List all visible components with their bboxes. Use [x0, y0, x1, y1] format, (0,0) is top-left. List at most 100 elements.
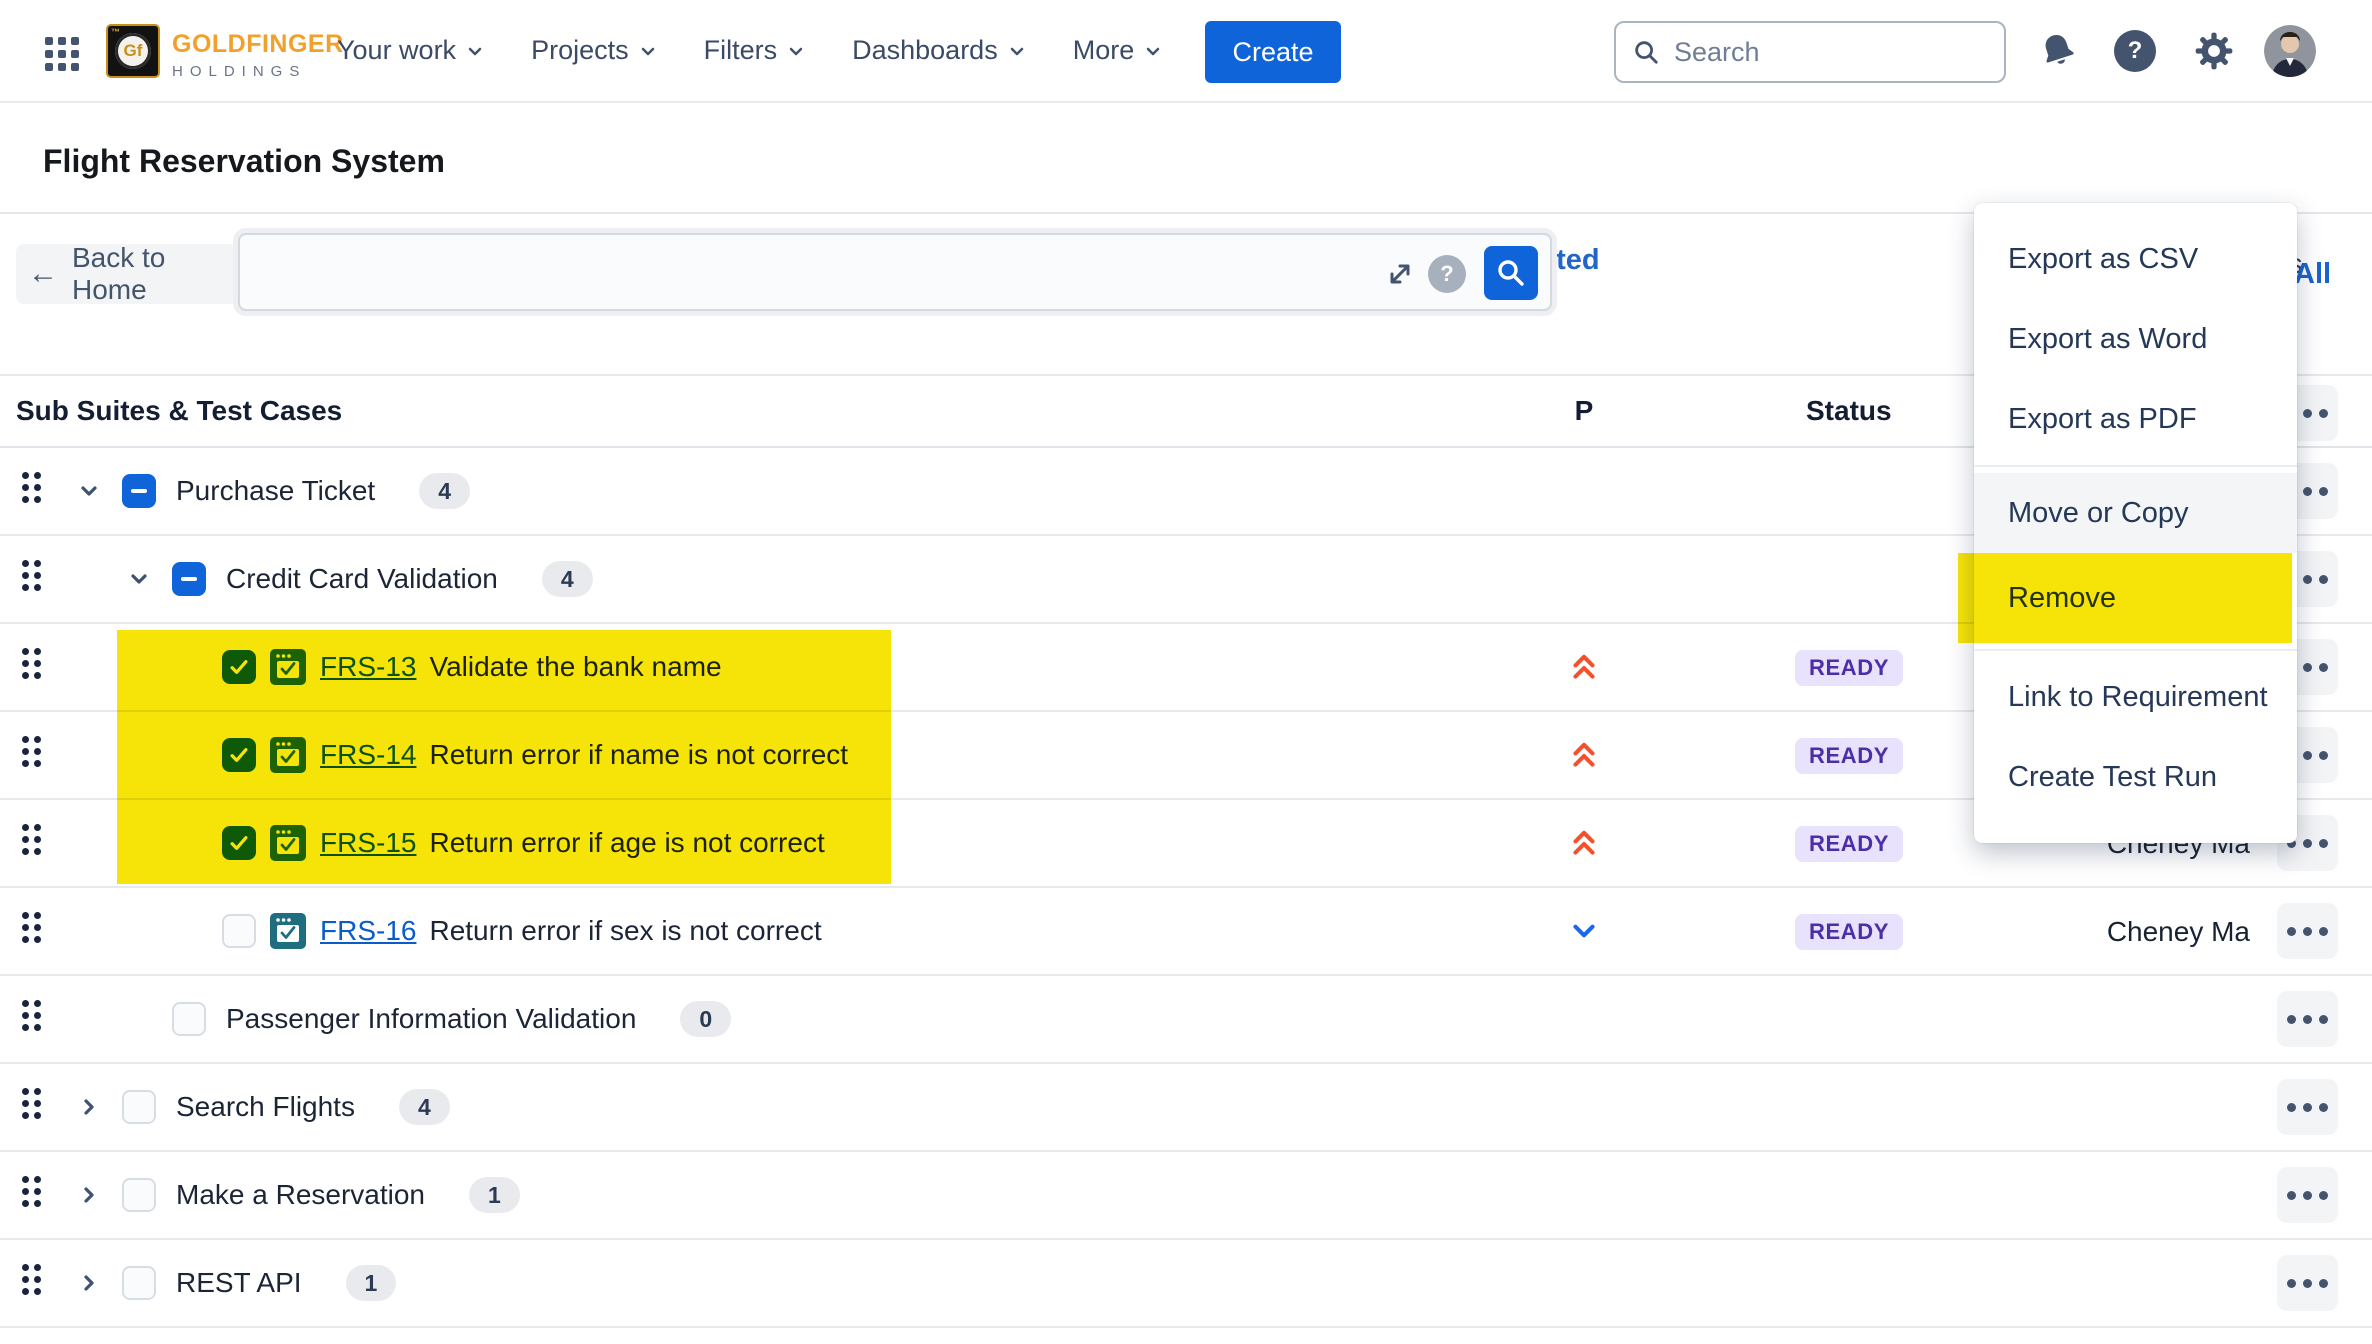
suite-checkbox-indeterminate[interactable]: [122, 474, 156, 508]
column-priority-header: P: [1560, 395, 1608, 427]
column-status-header: Status: [1806, 395, 1892, 427]
chevron-down-icon: [1143, 41, 1163, 61]
expand-chevron-icon[interactable]: [76, 1270, 102, 1296]
menu-item-create-test-run[interactable]: Create Test Run: [1974, 737, 2297, 817]
drag-handle-icon[interactable]: [22, 912, 41, 943]
priority-highest-icon: [1568, 739, 1600, 771]
search-icon: [1632, 38, 1660, 66]
row-more-options-button[interactable]: [2277, 1167, 2338, 1223]
suite-checkbox-unchecked[interactable]: [122, 1178, 156, 1212]
create-button[interactable]: Create: [1205, 21, 1341, 83]
global-search-input[interactable]: [1674, 37, 1954, 68]
nav-projects[interactable]: Projects: [531, 35, 658, 66]
assignee-name: Cheney Ma: [2107, 916, 2250, 948]
app-switcher-icon[interactable]: [45, 37, 79, 71]
table-row: REST API 1: [0, 1240, 2372, 1328]
help-icon[interactable]: ?: [2114, 0, 2156, 101]
context-menu: Export as CSV Export as Word Export as P…: [1974, 203, 2297, 843]
suite-count-badge: 4: [419, 473, 470, 509]
test-case-title[interactable]: Validate the bank name: [429, 651, 721, 683]
row-more-options-button[interactable]: [2277, 1255, 2338, 1311]
test-case-title[interactable]: Return error if name is not correct: [429, 739, 848, 771]
drag-handle-icon[interactable]: [22, 1000, 41, 1031]
chevron-down-icon: [465, 41, 485, 61]
search-submit-button[interactable]: [1484, 246, 1538, 300]
status-badge: READY: [1795, 738, 1903, 774]
test-checkbox-unchecked[interactable]: [222, 914, 256, 948]
nav-your-work[interactable]: Your work: [337, 35, 485, 66]
suite-name[interactable]: Make a Reservation: [176, 1179, 425, 1211]
test-case-title[interactable]: Return error if sex is not correct: [429, 915, 821, 947]
drag-handle-icon[interactable]: [22, 472, 41, 503]
suite-checkbox-unchecked[interactable]: [122, 1090, 156, 1124]
row-more-options-button[interactable]: [2277, 1079, 2338, 1135]
suite-name[interactable]: Credit Card Validation: [226, 563, 498, 595]
suite-count-badge: 0: [680, 1001, 731, 1037]
collapse-chevron-icon[interactable]: [76, 478, 102, 504]
expand-search-icon[interactable]: [1384, 258, 1416, 295]
drag-handle-icon[interactable]: [22, 824, 41, 855]
drag-handle-icon[interactable]: [22, 560, 41, 591]
drag-handle-icon[interactable]: [22, 736, 41, 767]
suite-checkbox-indeterminate[interactable]: [172, 562, 206, 596]
expand-chevron-icon[interactable]: [76, 1094, 102, 1120]
user-avatar[interactable]: [2264, 0, 2316, 101]
page-header: Flight Reservation System 10 3 test case…: [0, 105, 2372, 212]
drag-handle-icon[interactable]: [22, 1176, 41, 1207]
suite-count-badge: 1: [346, 1265, 397, 1301]
suite-name[interactable]: Search Flights: [176, 1091, 355, 1123]
brand-subtitle: HOLDINGS: [172, 63, 344, 80]
drag-handle-icon[interactable]: [22, 1264, 41, 1295]
menu-item-move-or-copy[interactable]: Move or Copy: [1974, 473, 2297, 553]
notifications-bell-icon[interactable]: [2038, 0, 2078, 101]
suite-name[interactable]: Purchase Ticket: [176, 475, 375, 507]
menu-item-link-to-requirement[interactable]: Link to Requirement: [1974, 657, 2297, 737]
menu-item-remove[interactable]: Remove: [1974, 553, 2297, 643]
brand-logo[interactable]: ™ Gf: [106, 24, 160, 78]
top-nav: ™ Gf GOLDFINGER HOLDINGS Your work Proje…: [0, 0, 2372, 103]
nav-filters[interactable]: Filters: [704, 35, 807, 66]
global-search: [1614, 21, 2006, 83]
suite-checkbox-unchecked[interactable]: [122, 1266, 156, 1300]
nav-more[interactable]: More: [1073, 35, 1164, 66]
test-case-key-link[interactable]: FRS-14: [320, 739, 416, 771]
table-row: Make a Reservation 1: [0, 1152, 2372, 1240]
priority-low-icon: [1568, 915, 1600, 947]
suite-search-input[interactable]: [258, 241, 1378, 303]
collapse-chevron-icon[interactable]: [126, 566, 152, 592]
menu-item-export-word[interactable]: Export as Word: [1974, 299, 2297, 379]
drag-handle-icon[interactable]: [22, 1088, 41, 1119]
suite-name[interactable]: REST API: [176, 1267, 302, 1299]
drag-handle-icon[interactable]: [22, 648, 41, 679]
test-case-icon: [269, 648, 307, 686]
menu-item-export-pdf[interactable]: Export as PDF: [1974, 379, 2297, 459]
table-row: Passenger Information Validation 0: [0, 976, 2372, 1064]
chevron-down-icon: [786, 41, 806, 61]
test-case-key-link[interactable]: FRS-13: [320, 651, 416, 683]
test-checkbox-checked[interactable]: [222, 826, 256, 860]
test-case-key-link[interactable]: FRS-16: [320, 915, 416, 947]
test-checkbox-checked[interactable]: [222, 650, 256, 684]
settings-gear-icon[interactable]: [2193, 0, 2235, 101]
suite-name[interactable]: Passenger Information Validation: [226, 1003, 636, 1035]
chevron-down-icon: [638, 41, 658, 61]
row-more-options-button[interactable]: [2277, 991, 2338, 1047]
suite-count-badge: 4: [542, 561, 593, 597]
row-more-options-button[interactable]: [2277, 903, 2338, 959]
expand-chevron-icon[interactable]: [76, 1182, 102, 1208]
menu-divider: [1974, 649, 2297, 651]
nav-dashboards[interactable]: Dashboards: [852, 35, 1027, 66]
suite-checkbox-unchecked[interactable]: [172, 1002, 206, 1036]
priority-highest-icon: [1568, 827, 1600, 859]
menu-item-export-csv[interactable]: Export as CSV: [1974, 219, 2297, 299]
collapse-all-link[interactable]: All: [2294, 258, 2331, 291]
status-badge: READY: [1795, 826, 1903, 862]
test-case-icon: [269, 912, 307, 950]
brand-monogram-icon: Gf: [115, 33, 151, 69]
test-case-key-link[interactable]: FRS-15: [320, 827, 416, 859]
suite-count-badge: 4: [399, 1089, 450, 1125]
back-to-home-button[interactable]: ← Back to Home: [16, 244, 237, 304]
test-checkbox-checked[interactable]: [222, 738, 256, 772]
search-help-icon[interactable]: ?: [1428, 255, 1466, 293]
test-case-title[interactable]: Return error if age is not correct: [429, 827, 824, 859]
